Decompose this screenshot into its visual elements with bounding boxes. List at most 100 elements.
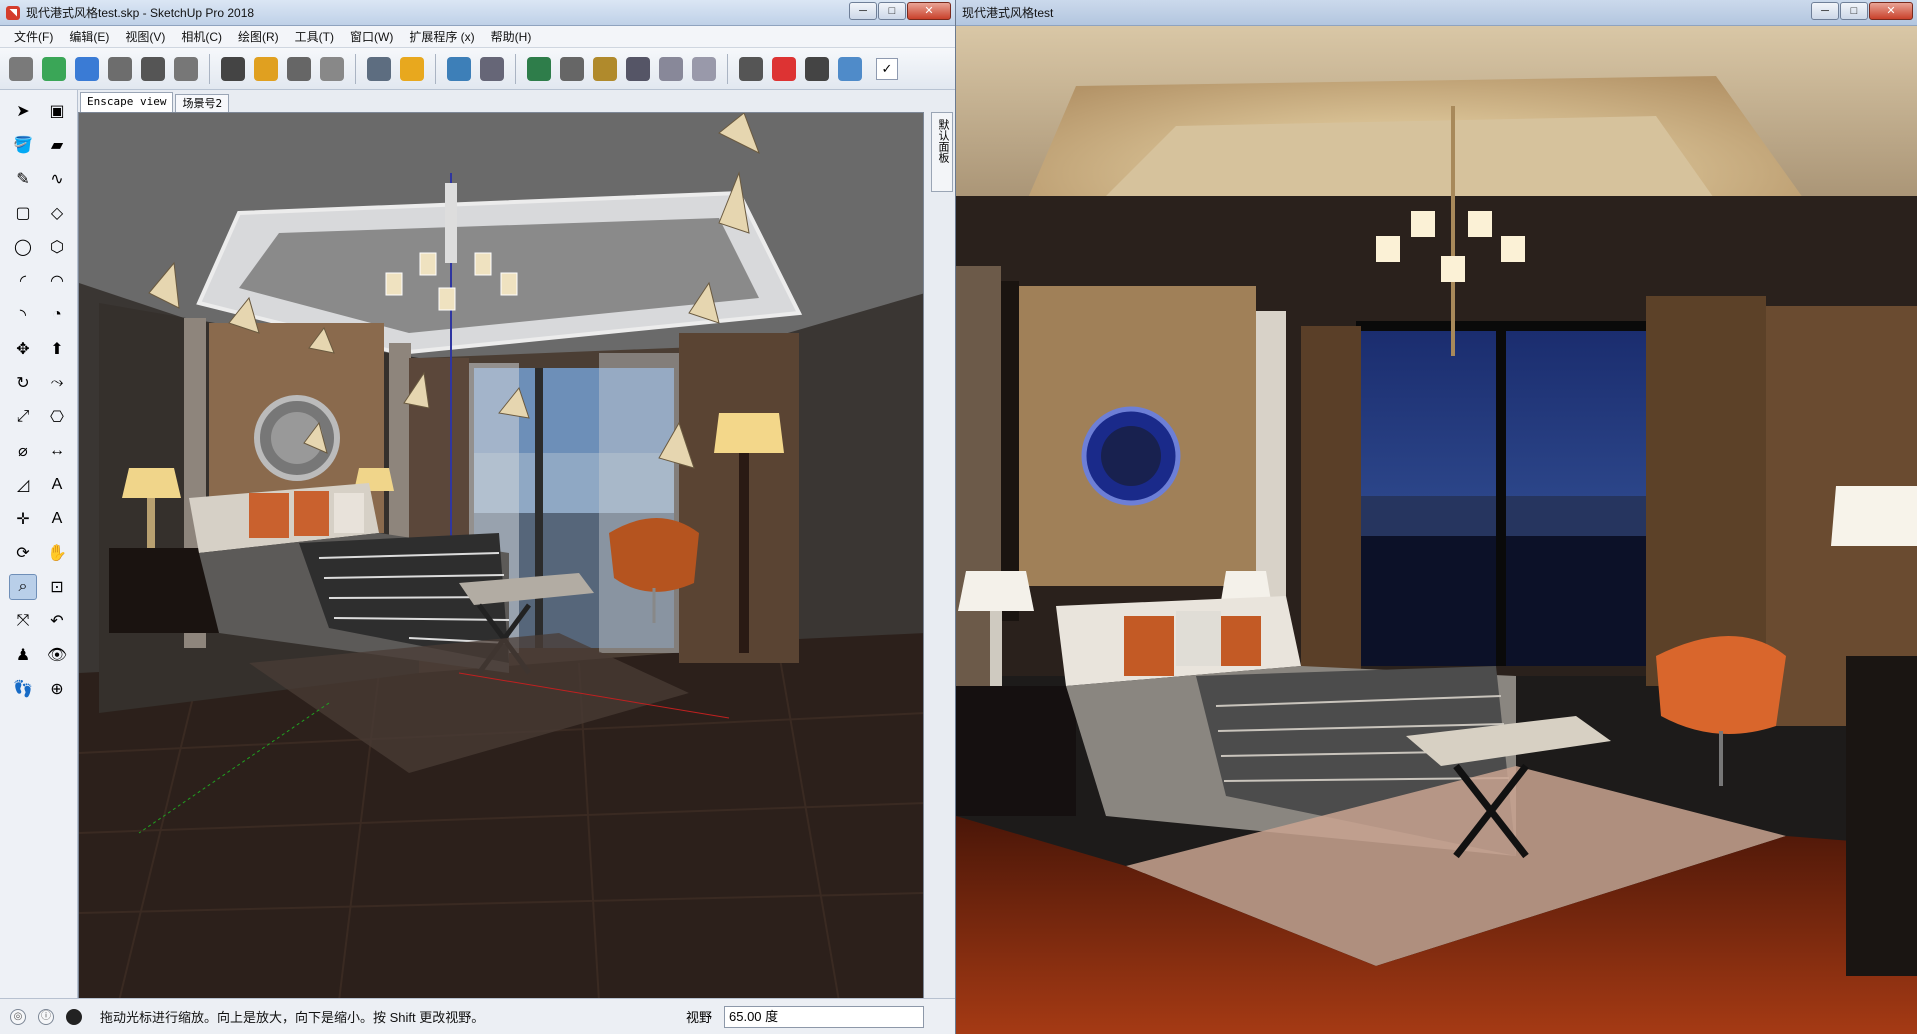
dimension-icon[interactable]: ↔ <box>43 438 71 464</box>
credits-icon[interactable]: ⓘ <box>38 1008 54 1025</box>
house-icon[interactable] <box>736 54 766 84</box>
move-tool-icon[interactable]: ✥ <box>9 336 37 362</box>
eraser-icon[interactable]: ▰ <box>43 132 71 158</box>
menu-edit[interactable]: 编辑(E) <box>61 28 117 45</box>
menu-window[interactable]: 窗口(W) <box>342 28 401 45</box>
vr-headset-icon-glyph <box>221 56 245 81</box>
palette-row: ✛ A <box>0 506 77 532</box>
save-view-icon-glyph <box>626 56 650 81</box>
menu-extensions[interactable]: 扩展程序 (x) <box>401 28 482 45</box>
audio-icon[interactable] <box>171 54 201 84</box>
palette-row: ➤ ▣ <box>0 98 77 124</box>
enscape-sync-icon[interactable] <box>72 54 102 84</box>
axes-tool-icon[interactable]: ✛ <box>9 506 37 532</box>
paint-bucket-icon[interactable]: 🪣 <box>9 132 37 158</box>
folder-view-icon[interactable] <box>590 54 620 84</box>
move-view-icon[interactable] <box>802 54 832 84</box>
batch-export-icon[interactable] <box>557 54 587 84</box>
orbit-tool-icon[interactable]: ⟳ <box>9 540 37 566</box>
menu-tools[interactable]: 工具(T) <box>287 28 342 45</box>
toolbar-separator <box>355 53 356 84</box>
toolbar-options-button[interactable]: ✓ <box>876 57 898 80</box>
rotate-tool-icon[interactable]: ↻ <box>9 370 37 396</box>
close-button[interactable]: ✕ <box>907 2 951 20</box>
palette-row: ◯ ⬡ <box>0 234 77 260</box>
zoom-window-icon[interactable]: ⊡ <box>43 574 71 600</box>
position-camera-icon[interactable]: ♟ <box>9 642 37 668</box>
user-account-icon[interactable] <box>66 1008 82 1025</box>
sync-views-icon-glyph <box>692 56 716 81</box>
cloud-upload-icon[interactable] <box>769 54 799 84</box>
link-icon[interactable] <box>656 54 686 84</box>
cube-icon[interactable] <box>835 54 865 84</box>
default-tray-tab[interactable]: 默认面板 <box>931 112 953 192</box>
palette-row: ✥ ⬆ <box>0 336 77 362</box>
tab-enscape-view[interactable]: Enscape view <box>80 92 174 112</box>
tab-scene-2[interactable]: 场景号2 <box>175 94 230 112</box>
geo-location-icon[interactable]: ◎ <box>10 1008 26 1025</box>
export-exe-icon[interactable] <box>477 54 507 84</box>
component-tool-icon[interactable]: ▣ <box>43 98 71 124</box>
shield-icon[interactable] <box>397 54 427 84</box>
polygon-tool-icon[interactable]: ⬡ <box>43 234 71 260</box>
menu-help[interactable]: 帮助(H) <box>483 28 540 45</box>
tape-measure-icon[interactable]: ⌀ <box>9 438 37 464</box>
render-view[interactable] <box>956 26 1917 1034</box>
scale-tool-icon[interactable]: ⤢ <box>9 404 37 430</box>
circle-tool-icon[interactable]: ◯ <box>9 234 37 260</box>
offset-tool-icon[interactable]: ⎔ <box>43 404 71 430</box>
vr-headset-icon[interactable] <box>218 54 248 84</box>
protractor-icon[interactable]: ◿ <box>9 472 37 498</box>
render-maximize-button[interactable]: □ <box>1840 2 1868 20</box>
upload-panorama-icon[interactable] <box>524 54 554 84</box>
follow-me-icon[interactable]: ⤳ <box>43 370 71 396</box>
model-viewport[interactable] <box>78 112 924 1000</box>
measurements-input[interactable]: 65.00 度 <box>724 1005 924 1028</box>
palette-row: ♟ 👁 <box>0 642 77 668</box>
feedback-icon[interactable] <box>364 54 394 84</box>
palette-row: ↻ ⤳ <box>0 370 77 396</box>
sketchup-titlebar: 现代港式风格test.skp - SketchUp Pro 2018 ─ □ ✕ <box>0 0 955 26</box>
render-close-button[interactable]: ✕ <box>1869 2 1913 20</box>
pan-tool-icon[interactable]: ✋ <box>43 540 71 566</box>
pie-tool-icon[interactable]: ◔ <box>43 302 71 328</box>
refresh-icon[interactable] <box>39 54 69 84</box>
two-point-arc-icon[interactable]: ◠ <box>43 268 71 294</box>
select-tool-icon[interactable]: ➤ <box>9 98 37 124</box>
menu-view[interactable]: 视图(V) <box>117 28 173 45</box>
arc-tool-icon[interactable]: ◜ <box>9 268 37 294</box>
render-settings-icon[interactable] <box>284 54 314 84</box>
sync-views-icon[interactable] <box>689 54 719 84</box>
freehand-tool-icon[interactable]: ∿ <box>43 166 71 192</box>
export-image-icon[interactable] <box>444 54 474 84</box>
render-minimize-button[interactable]: ─ <box>1811 2 1839 20</box>
maximize-button[interactable]: □ <box>878 2 906 20</box>
viewport-scrollbar[interactable] <box>933 200 951 1000</box>
menu-file[interactable]: 文件(F) <box>6 28 61 45</box>
save-view-icon[interactable] <box>623 54 653 84</box>
section-plane-icon[interactable]: ⊕ <box>43 676 71 702</box>
sliders-icon[interactable] <box>317 54 347 84</box>
line-tool-icon[interactable]: ✎ <box>9 166 37 192</box>
3d-text-icon[interactable]: A <box>43 506 71 532</box>
rotated-rectangle-icon[interactable]: ◇ <box>43 200 71 226</box>
camera-path-icon[interactable] <box>105 54 135 84</box>
toolbar-separator <box>435 53 436 84</box>
palette-row: ◿ A <box>0 472 77 498</box>
three-point-arc-icon[interactable]: ◝ <box>9 302 37 328</box>
walk-tool-icon[interactable]: 👣 <box>9 676 37 702</box>
look-around-icon[interactable]: 👁 <box>43 642 71 668</box>
push-pull-icon[interactable]: ⬆ <box>43 336 71 362</box>
zoom-extents-icon[interactable]: ⤧ <box>9 608 37 634</box>
shield-add-icon[interactable] <box>251 54 281 84</box>
footprint-icon[interactable] <box>6 54 36 84</box>
previous-view-icon[interactable]: ↶ <box>43 608 71 634</box>
cloud-upload-icon-glyph <box>772 56 796 81</box>
zoom-tool-icon[interactable]: ⌕ <box>9 574 37 600</box>
menu-draw[interactable]: 绘图(R) <box>230 28 287 45</box>
screenshot-icon[interactable] <box>138 54 168 84</box>
minimize-button[interactable]: ─ <box>849 2 877 20</box>
menu-camera[interactable]: 相机(C) <box>173 28 230 45</box>
text-tool-icon[interactable]: A <box>43 472 71 498</box>
rectangle-tool-icon[interactable]: ▢ <box>9 200 37 226</box>
